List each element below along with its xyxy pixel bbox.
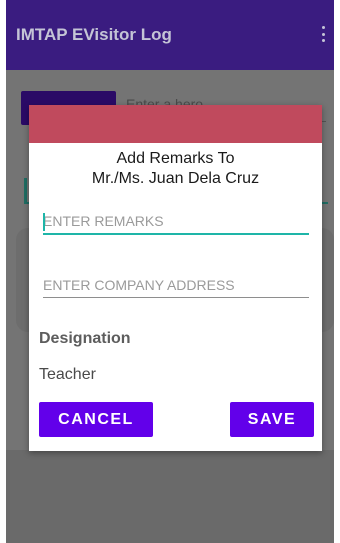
designation-label: Designation [39, 330, 131, 347]
company-address-input[interactable] [43, 273, 309, 297]
dialog-header [29, 105, 322, 143]
remarks-underline [43, 233, 309, 235]
background-field-caret [24, 178, 27, 202]
dialog-title-line2: Mr./Ms. Juan Dela Cruz [91, 170, 260, 187]
save-button[interactable]: SAVE [230, 402, 314, 437]
company-address-underline [43, 297, 309, 298]
designation-value: Teacher [39, 366, 96, 383]
company-address-field[interactable] [43, 273, 309, 298]
app-bar: IMTAP EVisitor Log [6, 0, 334, 70]
remarks-field[interactable] [43, 209, 309, 235]
app-title: IMTAP EVisitor Log [16, 25, 172, 44]
remarks-input[interactable] [43, 209, 309, 233]
overflow-menu-icon[interactable] [320, 26, 326, 42]
dialog-title-line1: Add Remarks To [116, 150, 235, 167]
background-lower-area [6, 450, 334, 543]
text-caret [43, 213, 45, 231]
remarks-dialog: Add Remarks To Mr./Ms. Juan Dela Cruz De… [29, 105, 322, 451]
dialog-title: Add Remarks To Mr./Ms. Juan Dela Cruz [29, 149, 322, 189]
cancel-button[interactable]: CANCEL [39, 402, 153, 437]
app-screen: IMTAP EVisitor Log Enter a hero Add Rema… [6, 0, 334, 543]
